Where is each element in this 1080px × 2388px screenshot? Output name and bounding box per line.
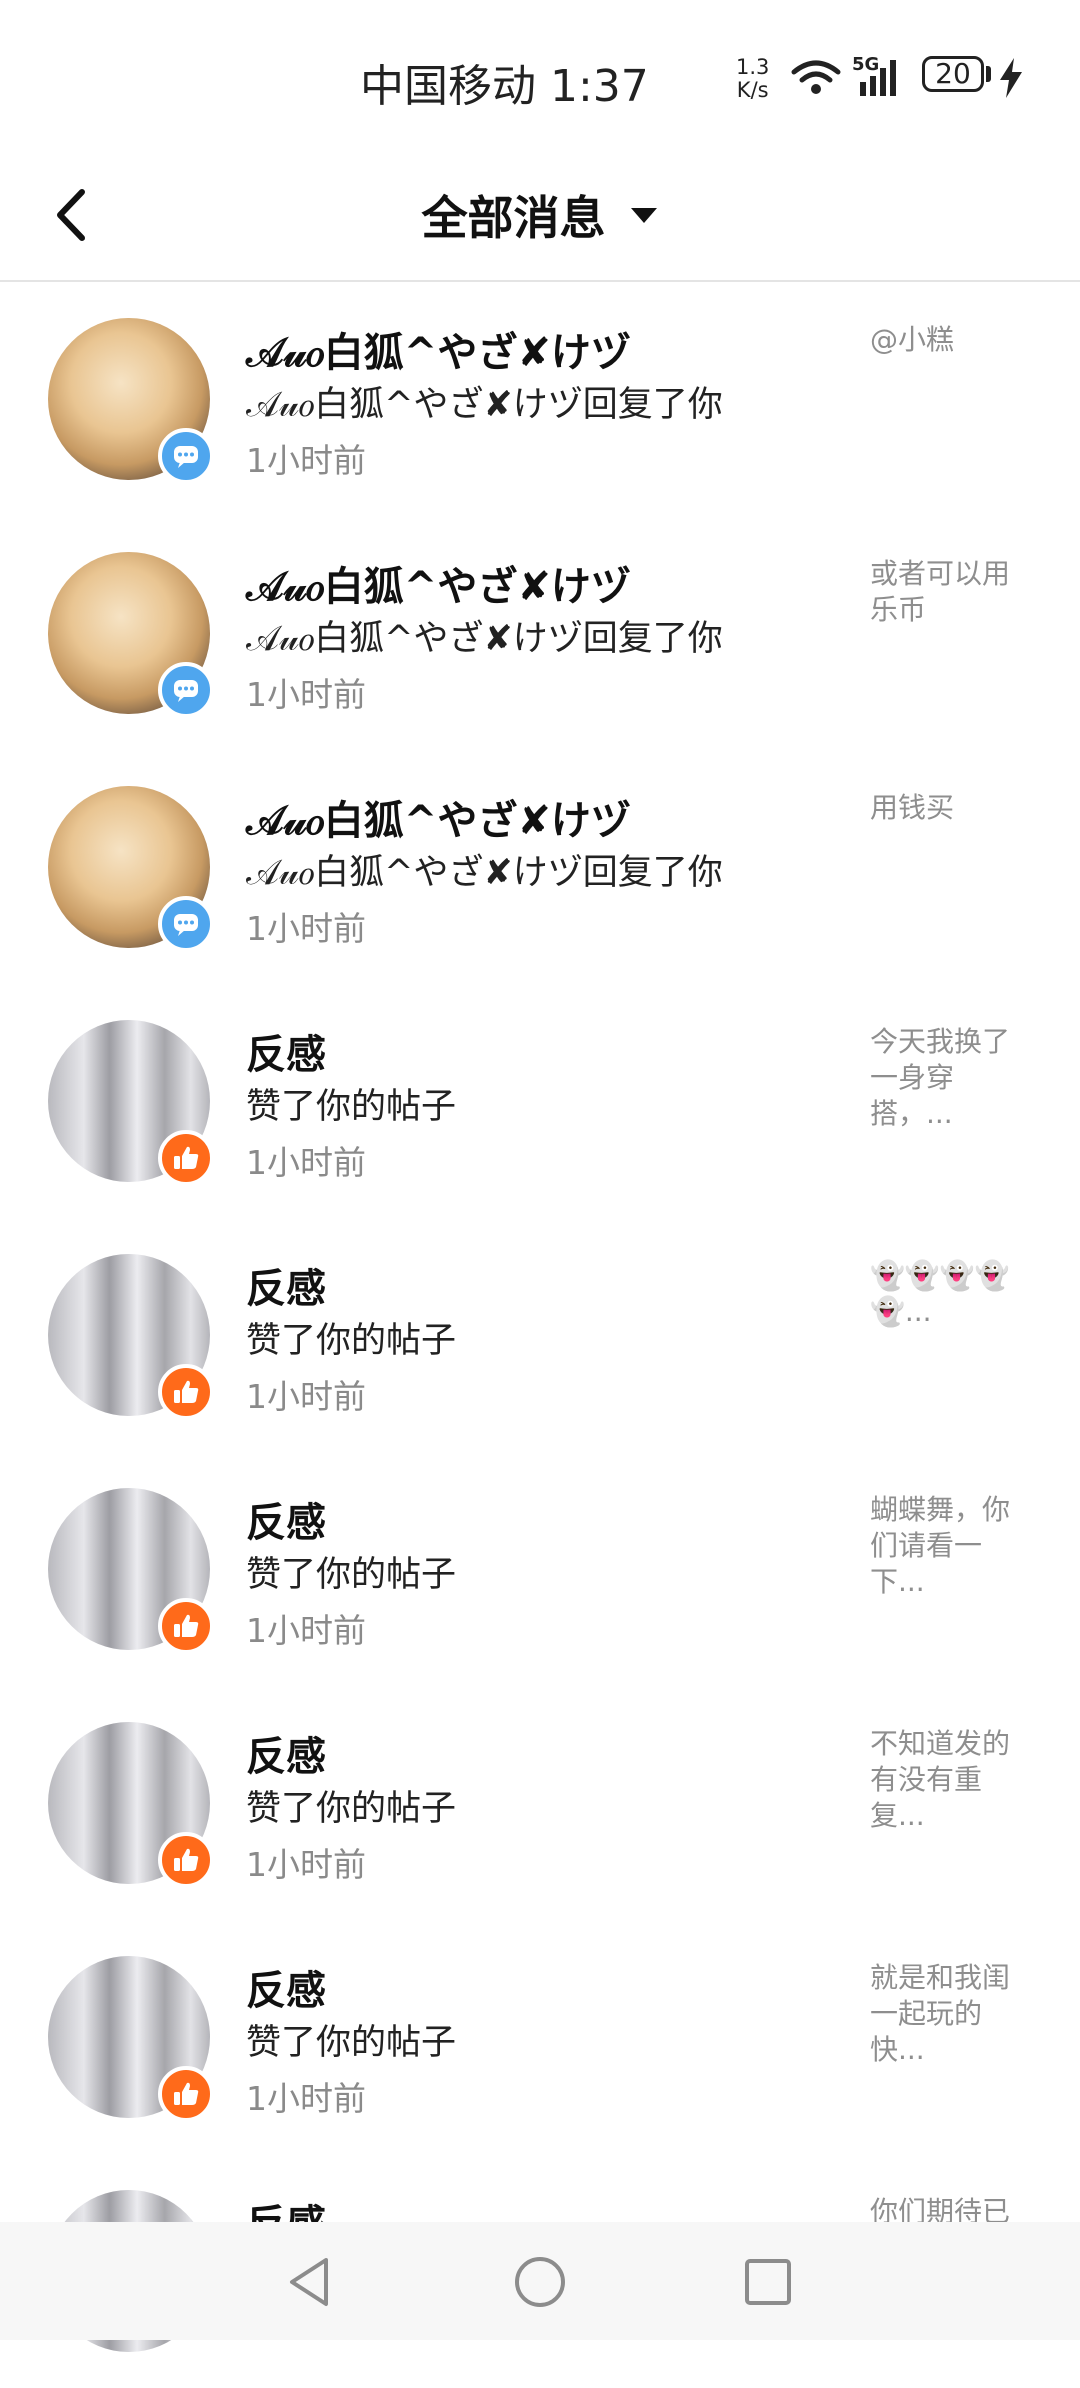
post-preview: 今天我换了一身穿搭，... bbox=[870, 1025, 1011, 1130]
message-filter-dropdown[interactable]: 全部消息 bbox=[0, 182, 1080, 248]
chat-bubble-icon bbox=[174, 914, 198, 936]
like-badge bbox=[158, 1364, 214, 1420]
caret-down-icon bbox=[630, 208, 657, 223]
sender-name: 反感 bbox=[246, 1266, 326, 1312]
message-item[interactable]: 反感 赞了你的帖子 1小时前 今天我换了一身穿搭，... bbox=[0, 984, 1080, 1218]
message-action: 𝒜𝓊𝑜白狐^やざ✘けヅ回复了你 bbox=[246, 619, 723, 659]
header-bar: 全部消息 bbox=[0, 150, 1080, 282]
message-item[interactable]: 反感 赞了你的帖子 1小时前 蝴蝶舞，你们请看一下... bbox=[0, 1452, 1080, 1686]
thumbs-up-icon bbox=[174, 1146, 199, 1169]
post-preview: 就是和我闺一起玩的快... bbox=[870, 1961, 1011, 2066]
message-item[interactable]: 𝒜𝓊𝑜白狐^やざ✘けヅ 𝒜𝓊𝑜白狐^やざ✘けヅ回复了你 1小时前 用钱买 bbox=[0, 750, 1080, 984]
reply-badge bbox=[158, 428, 214, 484]
post-preview: 蝴蝶舞，你们请看一下... bbox=[870, 1493, 1011, 1598]
message-time: 1小时前 bbox=[246, 1845, 366, 1884]
thumbs-up-icon bbox=[174, 1380, 199, 1403]
post-preview: 👻👻👻👻👻... bbox=[870, 1259, 1010, 1328]
net-speed-value: 1.3 bbox=[736, 55, 770, 79]
sender-name: 反感 bbox=[246, 1032, 326, 1078]
wifi-signal-icons bbox=[791, 60, 896, 96]
message-action: 赞了你的帖子 bbox=[246, 1555, 457, 1595]
chat-bubble-icon bbox=[174, 680, 198, 702]
nav-home-icon[interactable] bbox=[510, 2252, 570, 2312]
message-item[interactable]: 反感 赞了你的帖子 1小时前 不知道发的有没有重复... bbox=[0, 1686, 1080, 1920]
status-bar: 中国移动 1:37 1.3 K/s 5G 20 bbox=[0, 0, 1080, 150]
network-type-label: 5G bbox=[852, 54, 880, 75]
post-preview: 或者可以用乐币 bbox=[870, 557, 1011, 626]
message-action: 赞了你的帖子 bbox=[246, 2023, 457, 2063]
reply-badge bbox=[158, 662, 214, 718]
nav-back-icon[interactable] bbox=[280, 2252, 340, 2312]
like-badge bbox=[158, 2066, 214, 2122]
charging-icon bbox=[1000, 58, 1022, 98]
message-item[interactable]: 𝒜𝓊𝑜白狐^やざ✘けヅ 𝒜𝓊𝑜白狐^やざ✘けヅ回复了你 1小时前 或者可以用乐币 bbox=[0, 516, 1080, 750]
sender-name: 𝒜𝓊𝑜白狐^やざ✘けヅ bbox=[246, 564, 631, 610]
nav-recents-icon[interactable] bbox=[738, 2252, 798, 2312]
battery-icon: 20 bbox=[922, 56, 984, 92]
sender-name: 反感 bbox=[246, 1968, 326, 2014]
message-item[interactable]: 反感 赞了你的帖子 1小时前 👻👻👻👻👻... bbox=[0, 1218, 1080, 1452]
like-badge bbox=[158, 1832, 214, 1888]
thumbs-up-icon bbox=[174, 1848, 199, 1871]
message-time: 1小时前 bbox=[246, 1611, 366, 1650]
sender-name: 𝒜𝓊𝑜白狐^やざ✘けヅ bbox=[246, 330, 631, 376]
sender-name: 𝒜𝓊𝑜白狐^やざ✘けヅ bbox=[246, 798, 631, 844]
wifi-icon bbox=[791, 60, 841, 94]
message-list: 𝒜𝓊𝑜白狐^やざ✘けヅ 𝒜𝓊𝑜白狐^やざ✘けヅ回复了你 1小时前 @小糕 𝒜𝓊𝑜… bbox=[0, 282, 1080, 2388]
message-time: 1小时前 bbox=[246, 675, 366, 714]
thumbs-up-icon bbox=[174, 1614, 199, 1637]
message-time: 1小时前 bbox=[246, 1377, 366, 1416]
message-item[interactable]: 𝒜𝓊𝑜白狐^やざ✘けヅ 𝒜𝓊𝑜白狐^やざ✘けヅ回复了你 1小时前 @小糕 bbox=[0, 282, 1080, 516]
system-nav-bar bbox=[0, 2222, 1080, 2340]
message-action: 𝒜𝓊𝑜白狐^やざ✘けヅ回复了你 bbox=[246, 385, 723, 425]
like-badge bbox=[158, 1598, 214, 1654]
post-preview: 用钱买 bbox=[870, 791, 955, 824]
post-preview: @小糕 bbox=[870, 323, 955, 356]
message-action: 𝒜𝓊𝑜白狐^やざ✘けヅ回复了你 bbox=[246, 853, 723, 893]
carrier-time-text: 中国移动 1:37 bbox=[360, 61, 649, 112]
sender-name: 反感 bbox=[246, 1500, 326, 1546]
message-time: 1小时前 bbox=[246, 909, 366, 948]
message-action: 赞了你的帖子 bbox=[246, 1321, 457, 1361]
message-action: 赞了你的帖子 bbox=[246, 1789, 457, 1829]
net-speed: 1.3 K/s bbox=[736, 56, 769, 102]
net-speed-unit: K/s bbox=[736, 78, 769, 102]
sender-name: 反感 bbox=[246, 1734, 326, 1780]
message-time: 1小时前 bbox=[246, 441, 366, 480]
like-badge bbox=[158, 1130, 214, 1186]
page-title: 全部消息 bbox=[421, 191, 606, 245]
reply-badge bbox=[158, 896, 214, 952]
post-preview: 不知道发的有没有重复... bbox=[870, 1727, 1011, 1832]
thumbs-up-icon bbox=[174, 2082, 199, 2105]
message-time: 1小时前 bbox=[246, 2079, 366, 2118]
message-action: 赞了你的帖子 bbox=[246, 1087, 457, 1127]
battery-level: 20 bbox=[935, 57, 971, 90]
battery-tip bbox=[986, 66, 991, 82]
chat-bubble-icon bbox=[174, 446, 198, 468]
message-item[interactable]: 反感 赞了你的帖子 1小时前 就是和我闺一起玩的快... bbox=[0, 1920, 1080, 2154]
message-time: 1小时前 bbox=[246, 1143, 366, 1182]
